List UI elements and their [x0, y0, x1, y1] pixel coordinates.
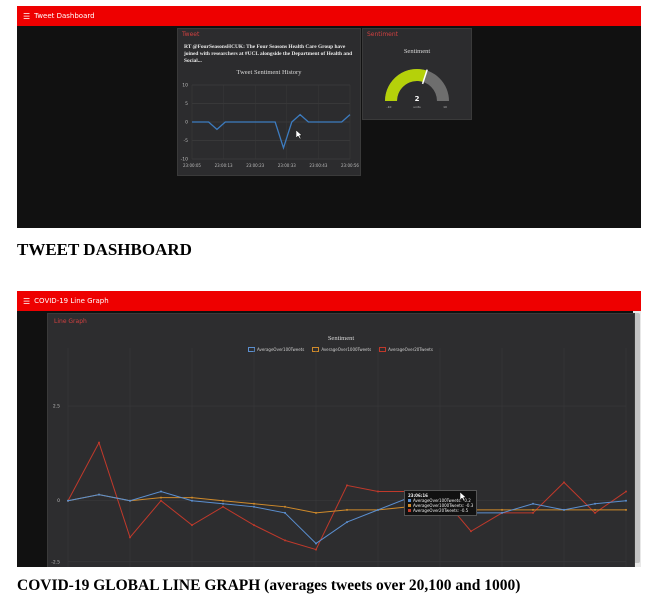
- covid-data-point: [191, 496, 193, 499]
- covid-data-point: [594, 508, 596, 511]
- covid-data-point: [253, 524, 255, 527]
- covid-data-point: [346, 521, 348, 524]
- covid-data-point: [98, 441, 100, 444]
- covid-data-point: [594, 511, 596, 514]
- history-y-tick: 0: [185, 120, 188, 126]
- history-series-line: [192, 113, 351, 151]
- history-x-tick: 23:00:56: [341, 163, 359, 168]
- covid-data-point: [532, 502, 534, 505]
- covid-data-point: [346, 484, 348, 487]
- gauge-value: 2: [415, 95, 420, 103]
- covid-data-point: [532, 511, 534, 514]
- gauge-unit: units: [413, 105, 421, 109]
- tooltip-row: AverageOver20Tweets: -0.5: [408, 508, 473, 513]
- gauge-fill: [385, 69, 427, 101]
- history-y-tick: 5: [185, 101, 188, 107]
- covid-data-point: [98, 493, 100, 496]
- history-y-tick: -10: [181, 157, 188, 163]
- covid-data-point: [160, 496, 162, 499]
- tweet-panel-title: Tweet: [182, 31, 200, 38]
- covid-data-point: [191, 499, 193, 502]
- covid-y-tick: 0: [57, 498, 60, 504]
- history-x-tick: 23:00:05: [183, 163, 201, 168]
- tooltip-label: AverageOver20Tweets: -0.5: [413, 508, 469, 513]
- covid-data-point: [222, 499, 224, 502]
- covid-header: ☰ COVID-19 Line Graph: [17, 291, 641, 311]
- tweet-panel: Tweet RT @FourSeasonsHCUK: The Four Seas…: [177, 28, 361, 176]
- tooltip-swatch: [408, 499, 411, 502]
- covid-data-point: [563, 508, 565, 511]
- menu-icon[interactable]: ☰: [23, 12, 30, 21]
- covid-data-point: [563, 481, 565, 484]
- history-y-tick: -5: [184, 138, 189, 144]
- covid-data-point: [129, 536, 131, 539]
- covid-data-point: [532, 508, 534, 511]
- covid-data-point: [625, 490, 627, 493]
- covid-data-point: [129, 499, 131, 502]
- line-graph-panel-title: Line Graph: [54, 318, 87, 325]
- covid-data-point: [377, 490, 379, 493]
- covid-series-line: [67, 491, 627, 545]
- caption-tweet-dashboard: TWEET DASHBOARD: [17, 240, 192, 259]
- tweet-dashboard-screenshot: ☰ Tweet Dashboard Tweet RT @FourSeasonsH…: [17, 6, 641, 228]
- menu-icon[interactable]: ☰: [23, 297, 30, 306]
- covid-data-point: [470, 530, 472, 533]
- history-x-tick: 23:00:33: [278, 163, 296, 168]
- covid-data-point: [191, 524, 193, 527]
- mouse-cursor-icon: [460, 492, 467, 502]
- gauge-max-label: 10: [443, 105, 447, 109]
- history-x-tick: 23:00:23: [246, 163, 264, 168]
- covid-data-point: [315, 542, 317, 545]
- sentiment-panel-title: Sentiment: [367, 31, 399, 38]
- covid-data-point: [253, 502, 255, 505]
- sentiment-gauge: 2 units -10 10: [385, 69, 449, 109]
- covid-title: COVID-19 Line Graph: [34, 297, 109, 305]
- history-y-tick: 10: [182, 83, 188, 89]
- covid-data-point: [346, 508, 348, 511]
- mouse-cursor-icon: [296, 130, 303, 140]
- covid-y-tick: 2.5: [53, 404, 60, 410]
- covid-data-point: [501, 508, 503, 511]
- covid-data-point: [222, 502, 224, 505]
- covid-data-point: [222, 505, 224, 508]
- tweet-text: RT @FourSeasonsHCUK: The Four Seasons He…: [184, 44, 353, 64]
- covid-data-point: [253, 505, 255, 508]
- covid-data-point: [625, 499, 627, 502]
- covid-data-point: [284, 539, 286, 542]
- covid-data-point: [377, 508, 379, 511]
- line-graph-panel: Line Graph Sentiment AverageOver100Tweet…: [47, 313, 635, 567]
- covid-graph-screenshot: ☰ COVID-19 Line Graph Line Graph Sentime…: [17, 291, 641, 567]
- history-chart: 10 5 0 -5 -1023:00:05 23:00:13 23:00:23 23:00:3…: [181, 83, 360, 169]
- covid-data-point: [594, 502, 596, 505]
- covid-data-point: [315, 548, 317, 551]
- covid-data-point: [625, 508, 627, 511]
- history-x-tick: 23:00:43: [309, 163, 327, 168]
- history-chart-title: Tweet Sentiment History: [236, 69, 302, 76]
- caption-covid-graph: COVID-19 GLOBAL LINE GRAPH (averages twe…: [17, 577, 521, 594]
- history-x-tick: 23:00:13: [215, 163, 233, 168]
- covid-data-point: [67, 499, 69, 502]
- dashboard-title: Tweet Dashboard: [34, 12, 95, 20]
- covid-data-point: [160, 490, 162, 493]
- covid-data-point: [284, 511, 286, 514]
- covid-data-point: [160, 499, 162, 502]
- sentiment-panel: Sentiment Sentiment 2 units -10 10: [362, 28, 472, 120]
- tooltip-swatch: [408, 509, 411, 512]
- covid-data-point: [284, 505, 286, 508]
- tweet-dashboard-header: ☰ Tweet Dashboard: [17, 6, 641, 26]
- covid-data-point: [315, 511, 317, 514]
- covid-line-chart: 52.50-2.5: [51, 348, 627, 567]
- gauge-min-label: -10: [387, 105, 392, 109]
- tooltip-swatch: [408, 504, 411, 507]
- covid-data-point: [501, 511, 503, 514]
- gauge-title: Sentiment: [403, 48, 431, 55]
- covid-y-tick: -2.5: [51, 559, 60, 565]
- covid-series-line: [67, 441, 627, 551]
